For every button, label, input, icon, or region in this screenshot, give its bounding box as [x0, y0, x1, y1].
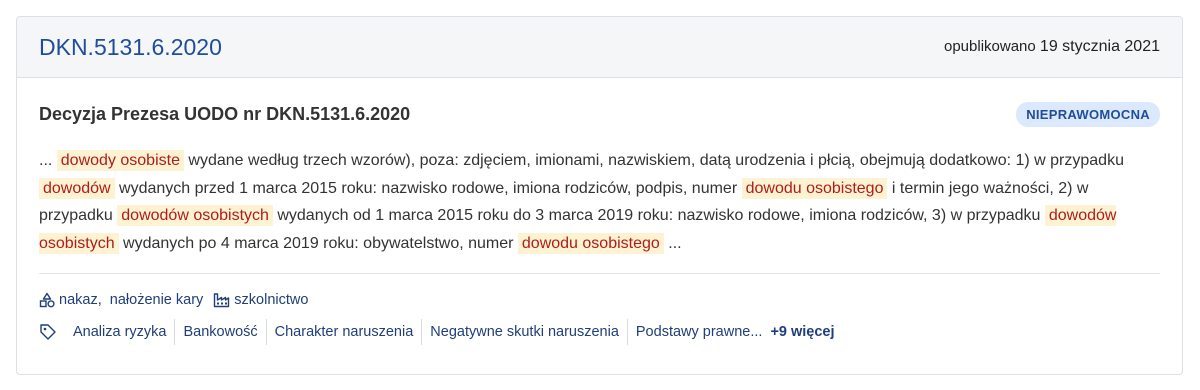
shapes-icon [39, 292, 55, 308]
card-body: Decyzja Prezesa UODO nr DKN.5131.6.2020 … [17, 78, 1182, 345]
tag-item[interactable]: Charakter naruszenia [267, 319, 423, 345]
factory-icon [214, 293, 230, 308]
excerpt-part: ... [39, 152, 57, 169]
published-label: opublikowano [944, 38, 1036, 55]
more-tags-link[interactable]: +9 więcej [770, 324, 834, 340]
tag-item[interactable]: Bankowość [175, 319, 267, 345]
highlight: dowodów [39, 177, 115, 199]
status-badge: NIEPRAWOMOCNA [1016, 102, 1160, 127]
excerpt-part: wydane według trzech wzorów), poza: zdję… [183, 152, 1124, 169]
highlight: dowodu osobistego [517, 232, 664, 254]
published-info: opublikowano 19 stycznia 2021 [944, 38, 1160, 56]
card-header: DKN.5131.6.2020 opublikowano 19 stycznia… [17, 17, 1182, 78]
excerpt-part: wydanych od 1 marca 2015 roku do 3 marca… [272, 207, 1045, 224]
published-date: 19 stycznia 2021 [1039, 38, 1160, 55]
sanction-kara-link[interactable]: nałożenie kary [110, 292, 204, 308]
sanctions: nakaz, nałożenie kary [39, 292, 203, 308]
tag-item[interactable]: Negatywne skutki naruszenia [422, 319, 628, 345]
highlight: dowodów osobistych [117, 205, 273, 226]
tag-icon [39, 323, 57, 341]
title-row: Decyzja Prezesa UODO nr DKN.5131.6.2020 … [39, 78, 1160, 147]
excerpt-text: ... dowody osobiste wydane według trzech… [39, 147, 1160, 274]
meta-row: nakaz, nałożenie kary szkolnictwo [39, 292, 1160, 308]
excerpt-part: wydanych przed 1 marca 2015 roku: nazwis… [114, 179, 742, 197]
sector-link[interactable]: szkolnictwo [234, 292, 308, 308]
highlight: dowody osobiste [56, 150, 184, 171]
tag-item[interactable]: Analiza ryzyka [65, 319, 176, 345]
tags-row: Analiza ryzyka Bankowość Charakter narus… [39, 319, 1160, 345]
sector: szkolnictwo [213, 292, 308, 308]
excerpt-part: ... [663, 234, 682, 252]
sanction-nakaz-link[interactable]: nakaz, [59, 292, 102, 308]
decision-card: DKN.5131.6.2020 opublikowano 19 stycznia… [16, 16, 1183, 375]
highlight: dowodu osobistego [741, 177, 888, 199]
case-number-link[interactable]: DKN.5131.6.2020 [39, 34, 222, 61]
tag-item[interactable]: Podstawy prawne... [628, 319, 771, 345]
excerpt-part: wydanych po 4 marca 2019 roku: obywatels… [118, 234, 518, 252]
document-title: Decyzja Prezesa UODO nr DKN.5131.6.2020 [39, 104, 411, 124]
